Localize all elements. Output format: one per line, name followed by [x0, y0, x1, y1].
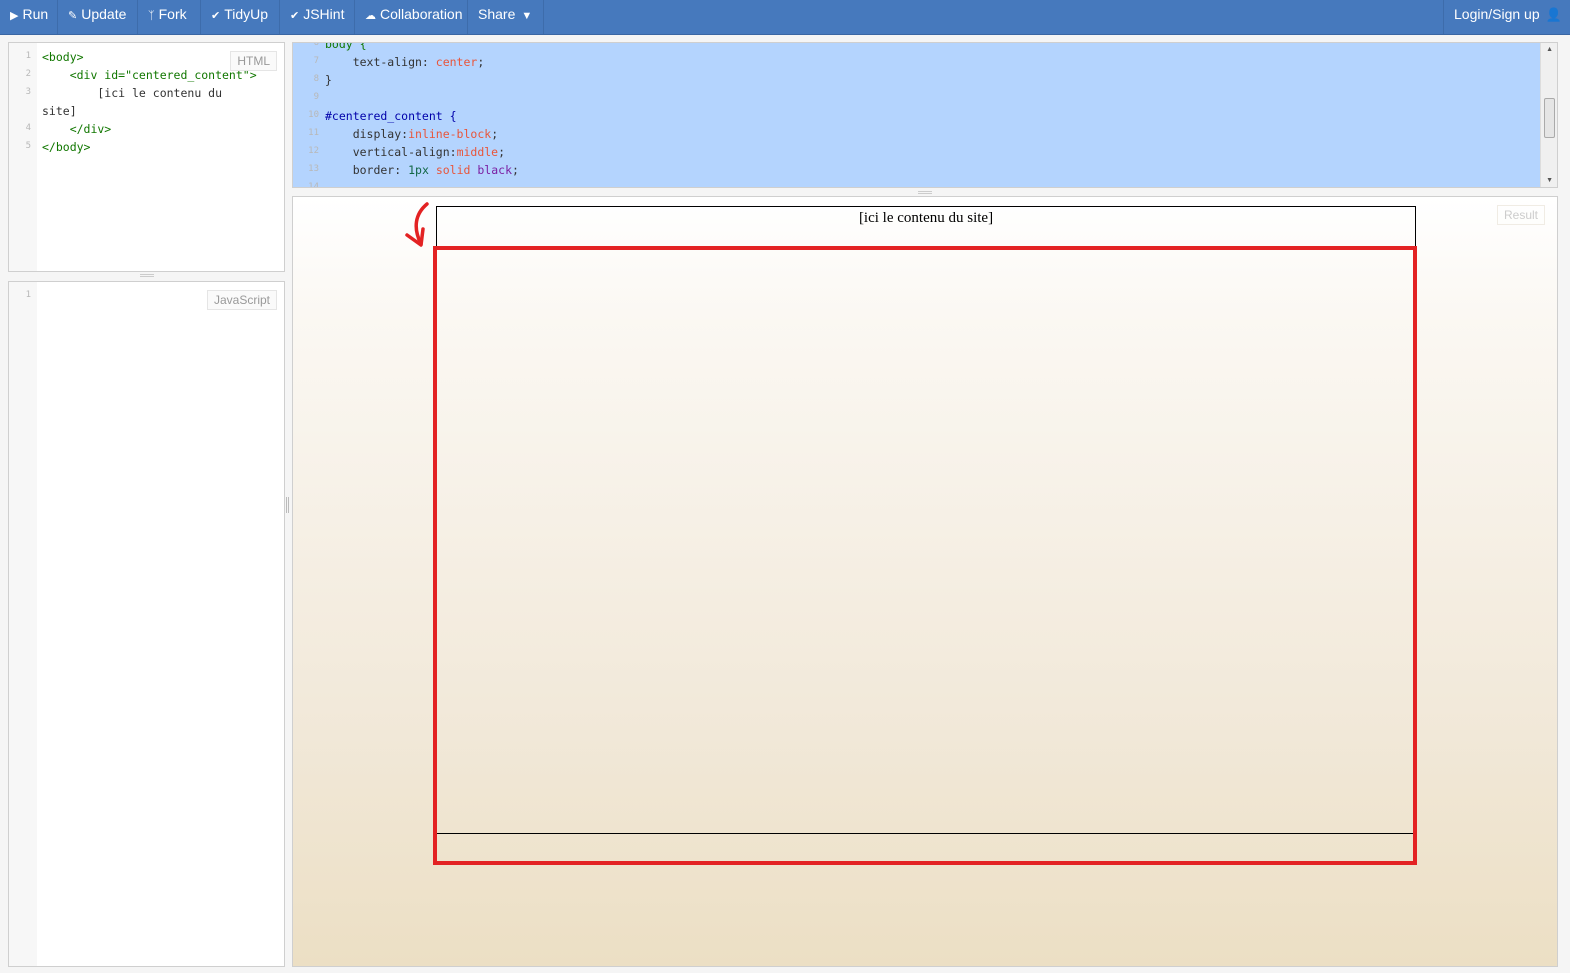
css-editor-panel[interactable]: 6 body { 7 text-align: center; 8 } 9 10 … [292, 42, 1558, 188]
line-number: 4 [25, 123, 31, 133]
code-line: display:inline-block; [325, 127, 499, 141]
result-panel-label: Result [1496, 205, 1545, 225]
share-button[interactable]: Share ▼ [468, 0, 544, 34]
code-line: site] [42, 104, 77, 118]
scrollbar-thumb[interactable] [1544, 98, 1555, 138]
line-number: 1 [25, 290, 31, 300]
line-number: 12 [308, 146, 319, 156]
caret-down-icon: ▼ [521, 10, 533, 22]
html-panel-label: HTML [230, 51, 277, 71]
jshint-button[interactable]: ✔ JSHint [280, 0, 355, 34]
collaboration-button[interactable]: ☁ Collaboration [355, 0, 468, 34]
code-line: border: 1px solid black; [325, 163, 519, 177]
check-icon: ✔ [290, 10, 300, 22]
html-editor-panel[interactable]: 1 <body> 2 <div id="centered_content"> 3… [8, 42, 285, 272]
horizontal-resize-handle[interactable] [140, 274, 154, 278]
run-button[interactable]: ▶ Run [0, 0, 58, 34]
login-signup-button[interactable]: Login/Sign up 👤 [1443, 0, 1570, 34]
line-number: 11 [308, 128, 319, 138]
line-number: 13 [308, 164, 319, 174]
line-number: 3 [25, 87, 31, 97]
line-number: 10 [308, 110, 319, 120]
code-line: vertical-align:middle; [325, 145, 506, 159]
line-number: 8 [313, 74, 319, 84]
line-gutter [9, 282, 37, 966]
top-toolbar: ▶ Run ✎ Update ᛉ Fork ✔ TidyUp ✔ JSHint ☁ Coll… [0, 0, 1570, 35]
line-number: 2 [25, 69, 31, 79]
line-number: 5 [25, 141, 31, 151]
javascript-editor-panel[interactable]: 1 JavaScript [8, 281, 285, 967]
user-icon: 👤 [1545, 7, 1562, 22]
code-line: </div> [42, 122, 112, 136]
line-number: 1 [25, 51, 31, 61]
update-button[interactable]: ✎ Update [58, 0, 138, 34]
play-icon: ▶ [10, 10, 19, 22]
red-highlight-box [433, 246, 1417, 865]
code-line: [ici le contenu du [42, 86, 223, 100]
pencil-icon: ✎ [68, 10, 78, 22]
cloud-icon: ☁ [365, 10, 376, 22]
vertical-resize-handle[interactable] [286, 497, 289, 513]
code-line: } [325, 73, 332, 87]
code-line: body { [325, 42, 367, 51]
css-scrollbar[interactable]: ▲ ▼ [1540, 43, 1557, 187]
line-number: 14 [308, 182, 319, 188]
scroll-down-icon[interactable]: ▼ [1546, 177, 1553, 184]
tidyup-button[interactable]: ✔ TidyUp [201, 0, 280, 34]
code-line: </body> [42, 140, 91, 154]
code-line: #centered_content { [325, 109, 457, 123]
code-line: <div id="centered_content"> [42, 68, 257, 82]
centered-content-text: [ici le contenu du site] [858, 210, 994, 226]
code-line: <body> [42, 50, 84, 64]
javascript-panel-label: JavaScript [206, 290, 277, 310]
fork-button[interactable]: ᛉ Fork [138, 0, 201, 34]
line-number: 6 [313, 42, 319, 48]
line-number: 7 [313, 56, 319, 66]
line-number: 9 [313, 92, 319, 102]
red-arrow-icon [405, 202, 429, 247]
scroll-up-icon[interactable]: ▲ [1546, 46, 1553, 53]
result-panel: Result [ici le contenu du site] [292, 196, 1558, 967]
fork-icon: ᛉ [148, 10, 155, 22]
horizontal-resize-handle[interactable] [918, 191, 932, 195]
check-icon: ✔ [211, 10, 221, 22]
code-line: text-align: center; [325, 55, 485, 69]
